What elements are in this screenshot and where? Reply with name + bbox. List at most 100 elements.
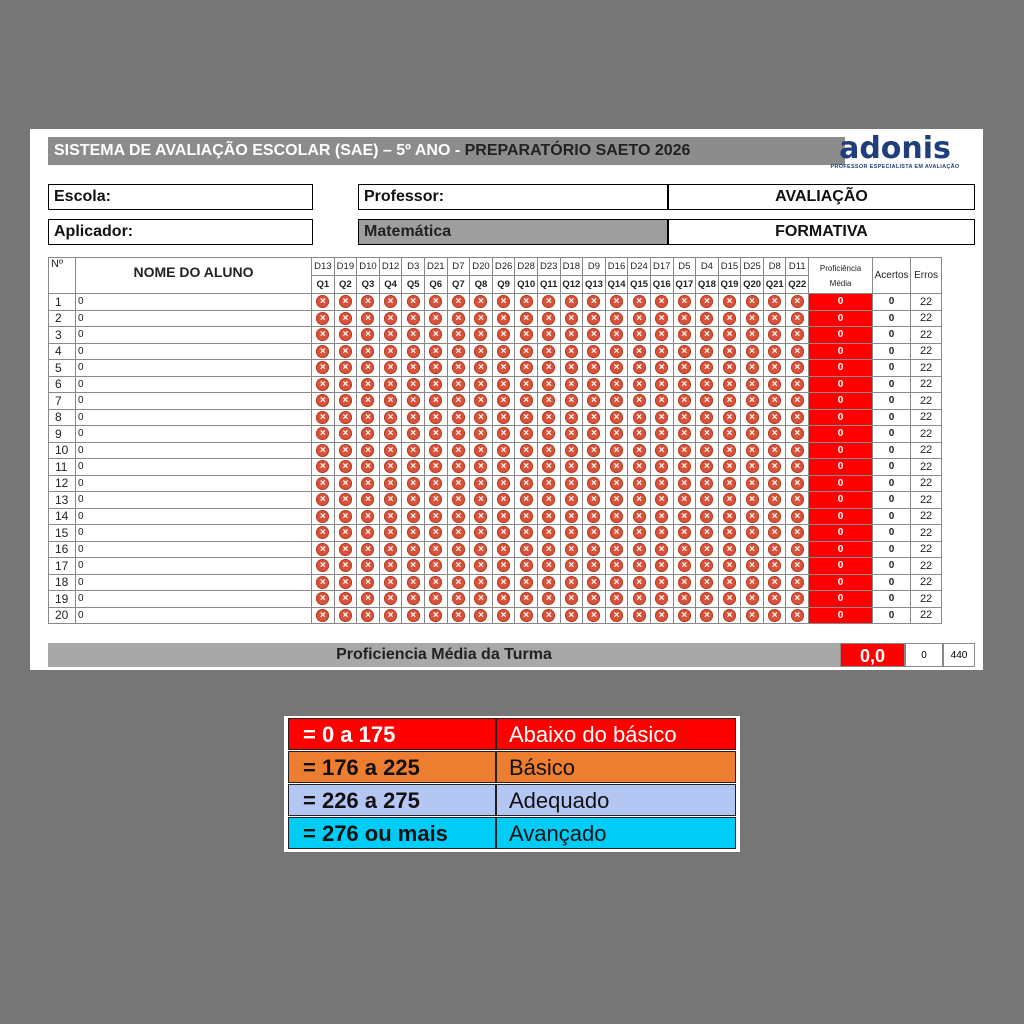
answer-cell[interactable]: × xyxy=(401,359,425,377)
answer-cell[interactable]: × xyxy=(627,458,651,476)
answer-cell[interactable]: × xyxy=(604,507,629,525)
answer-cell[interactable]: × xyxy=(333,375,358,393)
answer-cell[interactable]: × xyxy=(717,293,742,311)
answer-cell[interactable]: × xyxy=(446,375,471,393)
answer-cell[interactable]: × xyxy=(469,342,493,360)
answer-cell[interactable]: × xyxy=(582,375,606,393)
answer-cell[interactable]: × xyxy=(649,540,674,558)
answer-cell[interactable]: × xyxy=(649,573,674,591)
answer-cell[interactable]: × xyxy=(559,342,584,360)
student-name[interactable]: 0 xyxy=(75,425,312,443)
answer-cell[interactable]: × xyxy=(649,309,674,327)
answer-cell[interactable]: × xyxy=(423,573,448,591)
answer-cell[interactable]: × xyxy=(311,408,335,426)
answer-cell[interactable]: × xyxy=(627,326,651,344)
answer-cell[interactable]: × xyxy=(401,458,425,476)
answer-cell[interactable]: × xyxy=(446,474,471,492)
answer-cell[interactable]: × xyxy=(378,507,403,525)
answer-cell[interactable]: × xyxy=(469,507,493,525)
answer-cell[interactable]: × xyxy=(536,557,561,575)
answer-cell[interactable]: × xyxy=(356,557,380,575)
answer-cell[interactable]: × xyxy=(536,474,561,492)
answer-cell[interactable]: × xyxy=(446,359,471,377)
answer-cell[interactable]: × xyxy=(401,540,425,558)
answer-cell[interactable]: × xyxy=(559,524,584,542)
answer-cell[interactable]: × xyxy=(469,590,493,608)
answer-cell[interactable]: × xyxy=(672,359,697,377)
answer-cell[interactable]: × xyxy=(717,359,742,377)
answer-cell[interactable]: × xyxy=(491,392,516,410)
answer-cell[interactable]: × xyxy=(582,392,606,410)
student-name[interactable]: 0 xyxy=(75,293,312,311)
answer-cell[interactable]: × xyxy=(469,359,493,377)
answer-cell[interactable]: × xyxy=(423,392,448,410)
student-name[interactable]: 0 xyxy=(75,375,312,393)
answer-cell[interactable]: × xyxy=(695,590,719,608)
answer-cell[interactable]: × xyxy=(762,491,787,509)
answer-cell[interactable]: × xyxy=(740,293,764,311)
answer-cell[interactable]: × xyxy=(762,392,787,410)
answer-cell[interactable]: × xyxy=(672,540,697,558)
student-name[interactable]: 0 xyxy=(75,408,312,426)
answer-cell[interactable]: × xyxy=(627,507,651,525)
answer-cell[interactable]: × xyxy=(627,441,651,459)
answer-cell[interactable]: × xyxy=(785,326,810,344)
answer-cell[interactable]: × xyxy=(649,507,674,525)
answer-cell[interactable]: × xyxy=(491,540,516,558)
student-name[interactable]: 0 xyxy=(75,557,312,575)
answer-cell[interactable]: × xyxy=(536,590,561,608)
answer-cell[interactable]: × xyxy=(695,359,719,377)
answer-cell[interactable]: × xyxy=(740,425,764,443)
answer-cell[interactable]: × xyxy=(672,524,697,542)
answer-cell[interactable]: × xyxy=(762,425,787,443)
answer-cell[interactable]: × xyxy=(604,573,629,591)
answer-cell[interactable]: × xyxy=(491,507,516,525)
answer-cell[interactable]: × xyxy=(333,359,358,377)
answer-cell[interactable]: × xyxy=(717,425,742,443)
answer-cell[interactable]: × xyxy=(536,573,561,591)
answer-cell[interactable]: × xyxy=(785,342,810,360)
answer-cell[interactable]: × xyxy=(785,309,810,327)
answer-cell[interactable]: × xyxy=(740,590,764,608)
answer-cell[interactable]: × xyxy=(717,326,742,344)
answer-cell[interactable]: × xyxy=(378,293,403,311)
answer-cell[interactable]: × xyxy=(514,507,538,525)
answer-cell[interactable]: × xyxy=(491,293,516,311)
answer-cell[interactable]: × xyxy=(356,540,380,558)
answer-cell[interactable]: × xyxy=(672,441,697,459)
answer-cell[interactable]: × xyxy=(514,441,538,459)
answer-cell[interactable]: × xyxy=(446,392,471,410)
answer-cell[interactable]: × xyxy=(695,293,719,311)
answer-cell[interactable]: × xyxy=(514,392,538,410)
answer-cell[interactable]: × xyxy=(627,606,651,624)
answer-cell[interactable]: × xyxy=(559,392,584,410)
aplicador-field[interactable]: Aplicador: xyxy=(48,219,313,245)
answer-cell[interactable]: × xyxy=(695,441,719,459)
answer-cell[interactable]: × xyxy=(740,474,764,492)
answer-cell[interactable]: × xyxy=(717,590,742,608)
answer-cell[interactable]: × xyxy=(559,540,584,558)
answer-cell[interactable]: × xyxy=(559,491,584,509)
answer-cell[interactable]: × xyxy=(582,326,606,344)
answer-cell[interactable]: × xyxy=(401,375,425,393)
answer-cell[interactable]: × xyxy=(423,375,448,393)
answer-cell[interactable]: × xyxy=(491,474,516,492)
answer-cell[interactable]: × xyxy=(356,590,380,608)
answer-cell[interactable]: × xyxy=(514,474,538,492)
answer-cell[interactable]: × xyxy=(717,557,742,575)
answer-cell[interactable]: × xyxy=(672,606,697,624)
answer-cell[interactable]: × xyxy=(740,507,764,525)
answer-cell[interactable]: × xyxy=(582,474,606,492)
answer-cell[interactable]: × xyxy=(469,441,493,459)
answer-cell[interactable]: × xyxy=(695,540,719,558)
answer-cell[interactable]: × xyxy=(717,441,742,459)
answer-cell[interactable]: × xyxy=(582,359,606,377)
answer-cell[interactable]: × xyxy=(469,293,493,311)
answer-cell[interactable]: × xyxy=(762,524,787,542)
answer-cell[interactable]: × xyxy=(311,425,335,443)
answer-cell[interactable]: × xyxy=(627,375,651,393)
answer-cell[interactable]: × xyxy=(717,524,742,542)
answer-cell[interactable]: × xyxy=(604,590,629,608)
escola-field[interactable]: Escola: xyxy=(48,184,313,210)
answer-cell[interactable]: × xyxy=(536,293,561,311)
